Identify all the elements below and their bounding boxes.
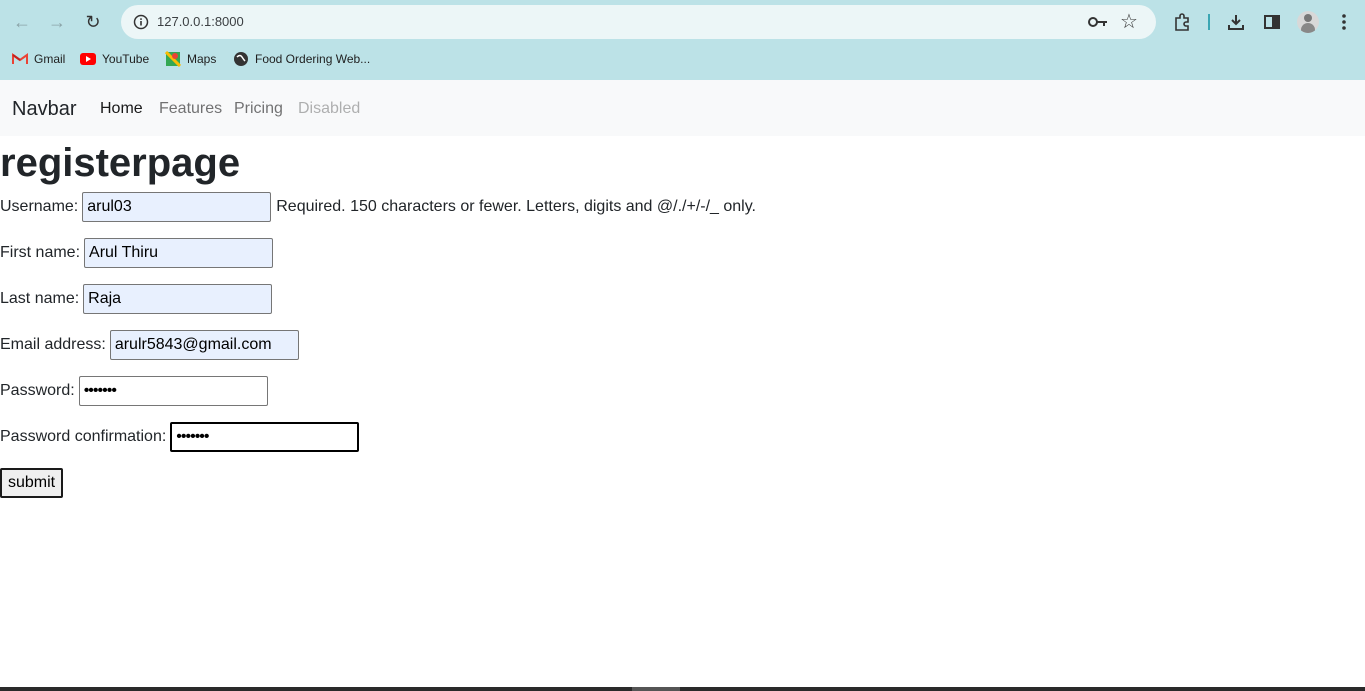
taskbar-edge [0,687,1365,691]
bookmark-youtube[interactable]: YouTube [80,49,149,69]
forward-arrow-icon[interactable]: → [44,9,70,35]
site-navbar: Navbar Home Features Pricing Disabled [0,80,1365,136]
nav-link-features[interactable]: Features [159,100,222,118]
nav-link-home[interactable]: Home [100,100,143,118]
username-row: Username: Required. 150 characters or fe… [0,192,756,222]
password-confirmation-label: Password confirmation: [0,428,167,445]
navbar-brand[interactable]: Navbar [12,98,76,121]
nav-link-disabled: Disabled [298,100,361,117]
password-confirmation-input[interactable] [170,422,360,452]
download-icon[interactable] [1224,10,1248,34]
globe-icon [233,51,249,67]
toolbar-separator [1208,14,1210,30]
gmail-icon [12,51,28,67]
profile-avatar[interactable] [1297,11,1319,33]
bookmark-label: YouTube [102,52,150,66]
url-text[interactable]: 127.0.0.1:8000 [157,14,244,29]
email-label: Email address: [0,336,106,353]
password-confirmation-row: Password confirmation: [0,422,360,452]
bookmark-gmail[interactable]: Gmail [12,49,65,69]
password-row: Password: [0,376,268,406]
last-name-row: Last name: [0,284,273,314]
browser-toolbar: ← → ↻ 127.0.0.1:8000 ☆ [0,0,1365,44]
bookmarks-bar: Gmail YouTube Maps Food Ordering Web... [0,46,1365,72]
bookmark-label: Gmail [34,52,66,66]
browser-chrome: ← → ↻ 127.0.0.1:8000 ☆ Gmail YouTube Map… [0,0,1365,80]
password-label: Password: [0,382,75,399]
maps-icon [165,51,181,67]
submit-button[interactable]: submit [0,468,64,498]
bookmark-star-icon[interactable]: ☆ [1120,9,1138,34]
last-name-label: Last name: [0,290,80,307]
back-arrow-icon[interactable]: ← [9,9,35,35]
first-name-row: First name: [0,238,274,268]
bookmark-label: Maps [187,52,217,66]
first-name-label: First name: [0,244,81,261]
nav-link-pricing[interactable]: Pricing [234,100,283,118]
first-name-input[interactable] [84,238,274,268]
reload-icon[interactable]: ↻ [80,9,106,35]
youtube-icon [80,51,96,67]
username-input[interactable] [82,192,272,222]
username-label: Username: [0,198,79,215]
bookmark-label: Food Ordering Web... [255,52,371,66]
bookmark-maps[interactable]: Maps [165,49,216,69]
password-key-icon[interactable] [1087,12,1109,37]
extensions-icon[interactable] [1170,10,1194,34]
email-input[interactable] [109,330,299,360]
address-bar[interactable]: 127.0.0.1:8000 ☆ [121,5,1156,39]
side-panel-icon[interactable] [1260,10,1284,34]
menu-kebab-icon[interactable] [1332,10,1356,34]
username-help-text: Required. 150 characters or fewer. Lette… [276,198,756,215]
page-title: registerpage [0,141,241,185]
last-name-input[interactable] [83,284,273,314]
site-info-icon[interactable] [129,10,153,34]
password-input[interactable] [78,376,268,406]
bookmark-food-ordering[interactable]: Food Ordering Web... [233,49,370,69]
email-row: Email address: [0,330,299,360]
